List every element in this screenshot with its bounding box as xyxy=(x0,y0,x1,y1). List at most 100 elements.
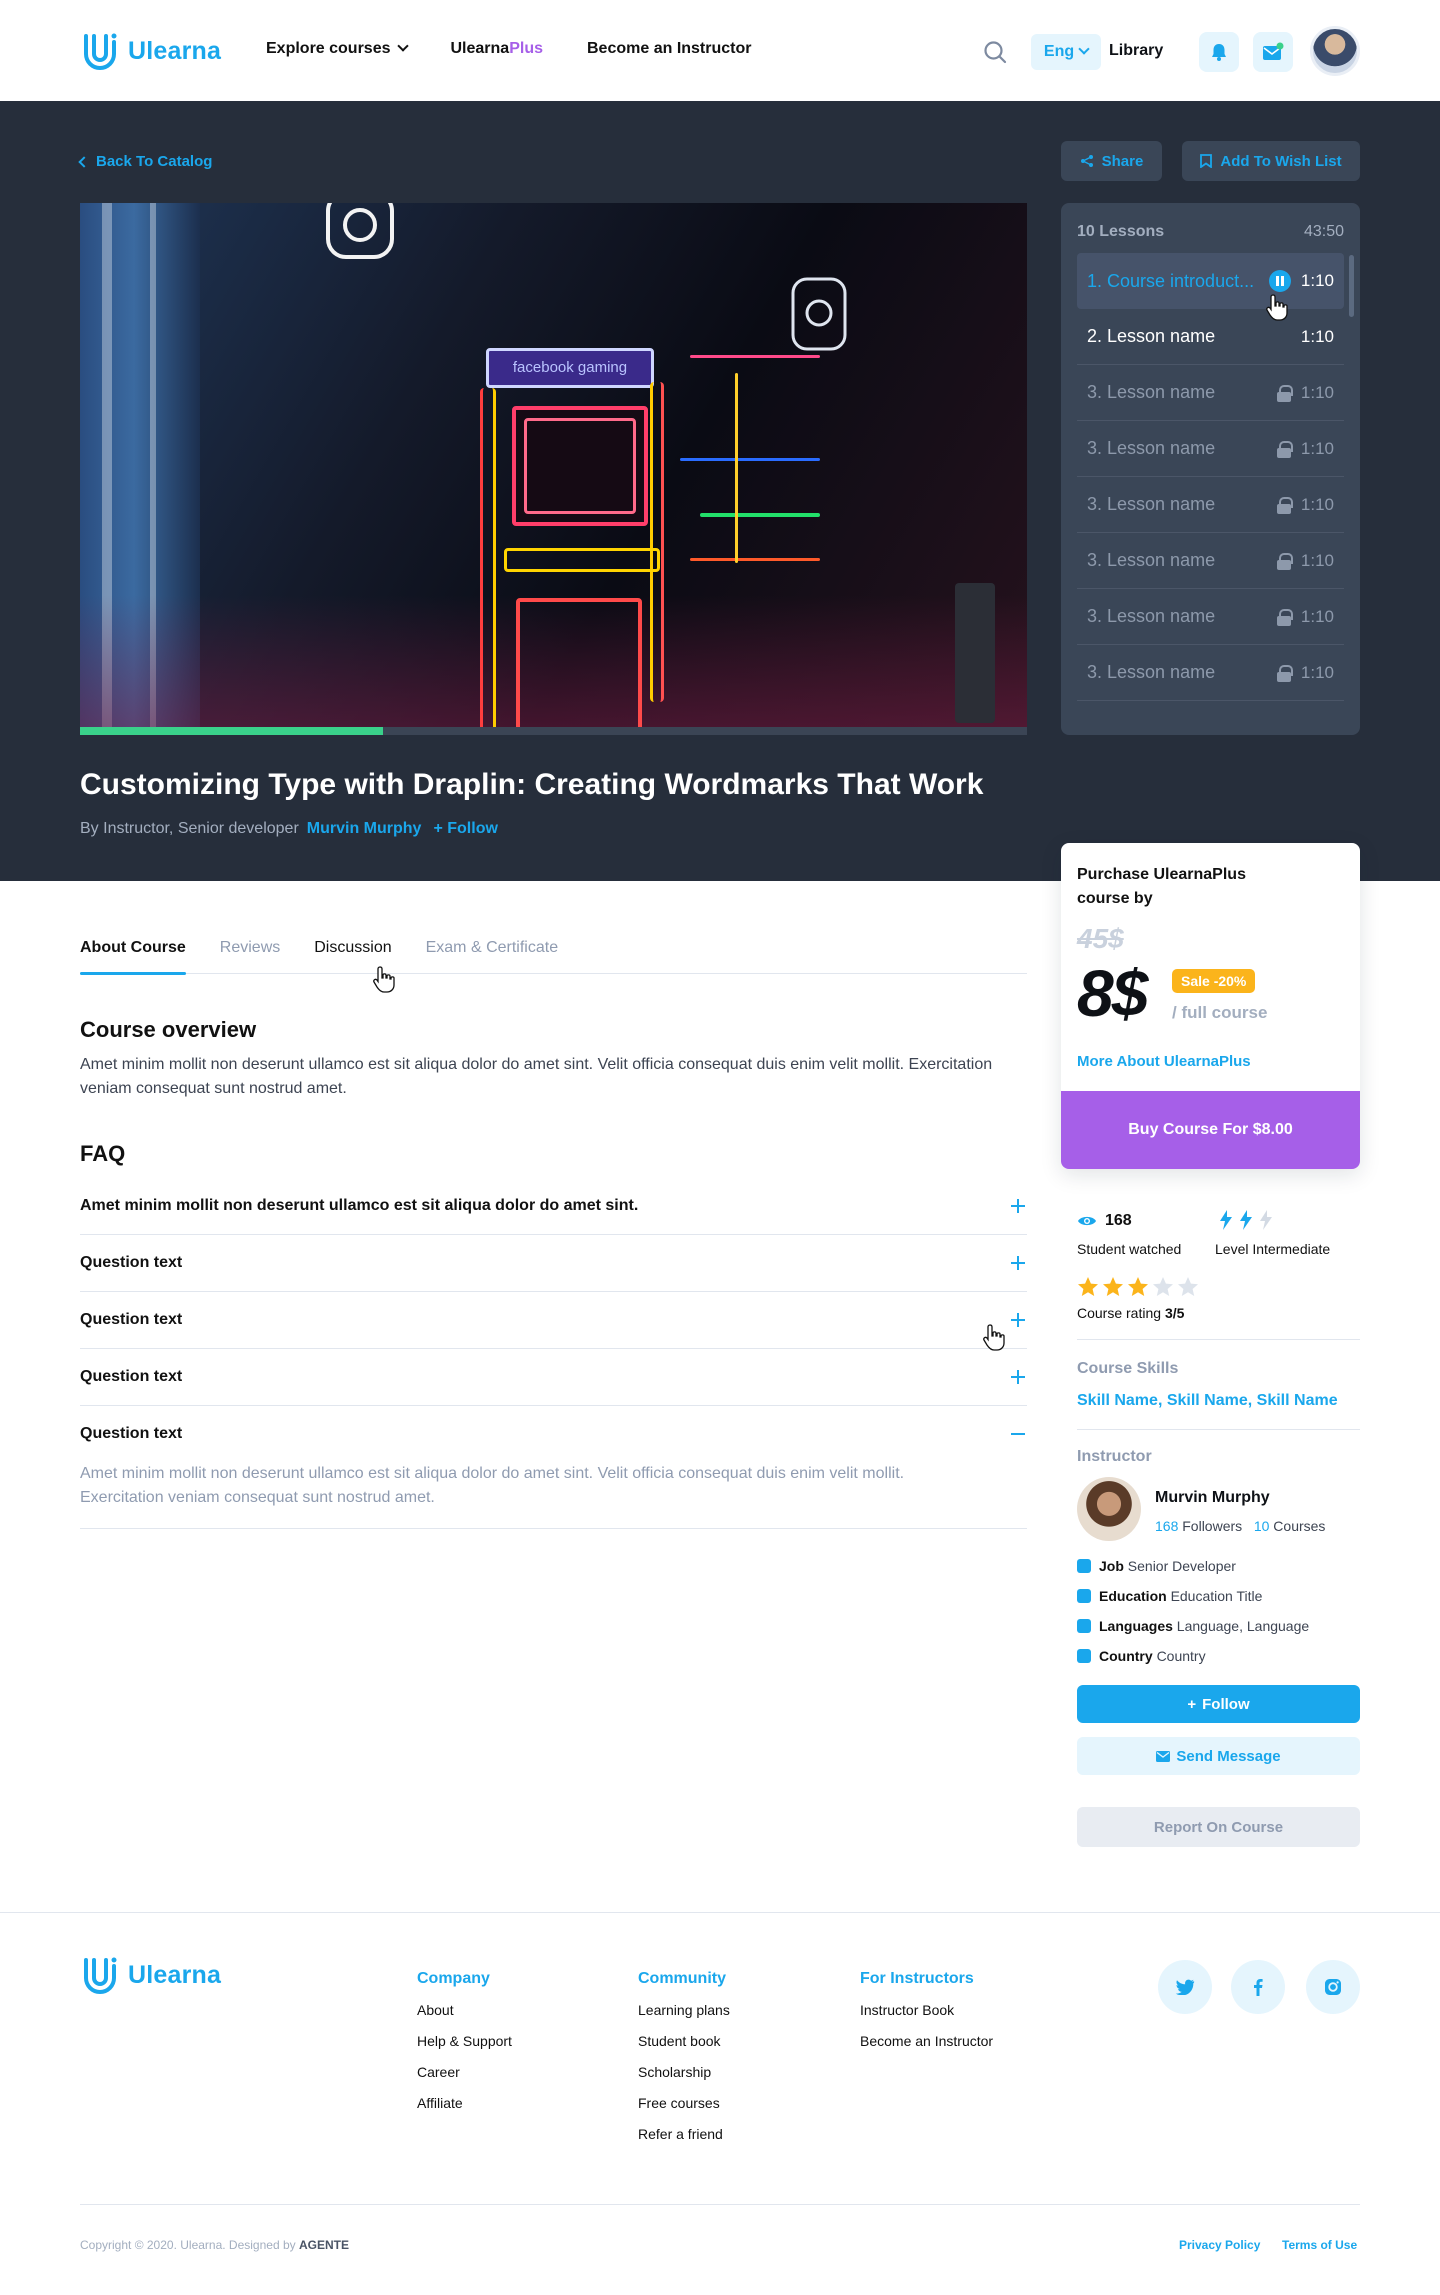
plus-icon[interactable] xyxy=(1011,1370,1025,1384)
skill-link[interactable]: Skill Name xyxy=(1077,1392,1158,1409)
instructor-detail-row: Languages Language, Language xyxy=(1077,1618,1309,1634)
lesson-meta: 1:10 xyxy=(1276,439,1334,459)
sale-badge: Sale -20% xyxy=(1172,969,1256,993)
watched-label: Student watched xyxy=(1077,1241,1182,1257)
neon-strip xyxy=(480,388,496,733)
instructor-link[interactable]: Murvin Murphy xyxy=(307,820,422,838)
instagram-button[interactable] xyxy=(1306,1960,1360,2014)
nav-become-instructor[interactable]: Become an Instructor xyxy=(587,40,751,58)
footer-link[interactable]: Help & Support xyxy=(417,2033,512,2064)
lesson-row[interactable]: 3. Lesson name 1:10 xyxy=(1077,421,1344,477)
lesson-list-scrollbar[interactable] xyxy=(1349,255,1354,317)
lesson-row[interactable]: 2. Lesson name 1:10 xyxy=(1077,309,1344,365)
send-message-button[interactable]: Send Message xyxy=(1077,1737,1360,1775)
footer-link[interactable]: Become an Instructor xyxy=(860,2033,993,2064)
lesson-name: 1. Course introduct... xyxy=(1087,270,1255,291)
faq-question-text: Question text xyxy=(80,1368,183,1385)
follow-button[interactable]: + Follow xyxy=(1077,1685,1360,1723)
tab-about-course[interactable]: About Course xyxy=(80,925,186,975)
copyright-text: Copyright © 2020. Ulearna. Designed by xyxy=(80,2238,296,2252)
footer-column: Community Learning plans Student book Schol… xyxy=(638,1970,730,2157)
minus-icon[interactable] xyxy=(1011,1427,1025,1441)
skill-link[interactable]: Skill Name xyxy=(1167,1392,1248,1409)
footer-logo[interactable]: Ulearna xyxy=(80,1956,221,1994)
plus-icon[interactable] xyxy=(1011,1256,1025,1270)
faq-question[interactable]: Question text xyxy=(80,1292,1027,1348)
share-button[interactable]: Share xyxy=(1061,141,1162,181)
language-select[interactable]: Eng xyxy=(1031,34,1101,70)
lesson-meta: 1:10 xyxy=(1276,383,1334,403)
footer-link[interactable]: Career xyxy=(417,2064,512,2095)
main-nav: Explore courses UlearnaPlus Become an In… xyxy=(266,40,751,58)
footer-link[interactable]: Free courses xyxy=(638,2095,730,2126)
lesson-row[interactable]: 3. Lesson name 1:10 xyxy=(1077,533,1344,589)
footer-link[interactable]: Scholarship xyxy=(638,2064,730,2095)
instructor-avatar[interactable] xyxy=(1077,1477,1141,1541)
tab-reviews[interactable]: Reviews xyxy=(220,925,280,973)
lesson-row[interactable]: 3. Lesson name 1:10 xyxy=(1077,645,1344,701)
footer-link[interactable]: Affiliate xyxy=(417,2095,512,2126)
privacy-policy-link[interactable]: Privacy Policy xyxy=(1179,2238,1260,2252)
video-progress-bar[interactable] xyxy=(80,727,1027,735)
footer-link[interactable]: Refer a friend xyxy=(638,2126,730,2157)
lesson-row[interactable]: 3. Lesson name 1:10 xyxy=(1077,589,1344,645)
buy-course-button[interactable]: Buy Course For $8.00 xyxy=(1061,1091,1360,1169)
plus-icon[interactable] xyxy=(1011,1313,1025,1327)
wishlist-button[interactable]: Add To Wish List xyxy=(1182,141,1360,181)
lesson-row[interactable]: 1. Course introduct... 1:10 xyxy=(1077,253,1344,309)
mail-icon xyxy=(1156,1750,1171,1762)
lesson-row[interactable]: 3. Lesson name 1:10 xyxy=(1077,365,1344,421)
arcade-base xyxy=(516,598,642,735)
instructor-detail-key: Country xyxy=(1099,1648,1153,1664)
user-avatar[interactable] xyxy=(1310,26,1360,76)
footer-link[interactable]: Student book xyxy=(638,2033,730,2064)
nav-ulearna-plus[interactable]: UlearnaPlus xyxy=(451,40,544,58)
lesson-duration: 1:10 xyxy=(1300,606,1334,626)
faq-question[interactable]: Question text xyxy=(80,1349,1027,1405)
notifications-button[interactable] xyxy=(1199,32,1239,72)
footer-divider xyxy=(0,1912,1440,1913)
library-link[interactable]: Library xyxy=(1109,42,1163,60)
twitter-button[interactable] xyxy=(1158,1960,1212,2014)
footer-link[interactable]: About xyxy=(417,2002,512,2033)
share-label: Share xyxy=(1101,152,1144,170)
terms-of-use-link[interactable]: Terms of Use xyxy=(1282,2238,1357,2252)
facebook-button[interactable] xyxy=(1231,1960,1285,2014)
instructor-name[interactable]: Murvin Murphy xyxy=(1155,1489,1270,1507)
footer-column: For Instructors Instructor Book Become an … xyxy=(860,1970,993,2064)
footer-bottom-divider xyxy=(80,2204,1360,2205)
faq-question[interactable]: Question text xyxy=(80,1235,1027,1291)
messages-button[interactable] xyxy=(1253,32,1293,72)
nav-plus-label: Ulearna xyxy=(450,40,510,57)
pause-icon[interactable] xyxy=(1268,270,1291,292)
footer-link[interactable]: Learning plans xyxy=(638,2002,730,2033)
divider xyxy=(1077,1339,1360,1340)
lesson-row[interactable]: 3. Lesson name 1:10 xyxy=(1077,477,1344,533)
divider xyxy=(1077,1429,1360,1430)
location-pin-icon xyxy=(1077,1649,1091,1663)
back-to-catalog-link[interactable]: Back To Catalog xyxy=(78,153,212,170)
instructor-detail-value: Senior Developer xyxy=(1127,1558,1236,1574)
nav-explore-courses[interactable]: Explore courses xyxy=(266,40,409,58)
follow-instructor-link[interactable]: + Follow xyxy=(433,820,497,838)
instructor-detail-row: Education Education Title xyxy=(1077,1588,1262,1604)
search-icon[interactable] xyxy=(983,40,1007,64)
faq-question-text: Question text xyxy=(80,1311,183,1328)
footer-link[interactable]: Instructor Book xyxy=(860,2002,993,2033)
video-player[interactable]: facebook gaming xyxy=(80,203,1027,735)
faq-question[interactable]: Amet minim mollit non deserunt ullamco e… xyxy=(80,1178,1027,1234)
neon-strip xyxy=(650,382,664,702)
followers-label: Followers xyxy=(1182,1518,1243,1534)
brand-logo[interactable]: Ulearna xyxy=(80,32,221,70)
plus-icon[interactable] xyxy=(1011,1199,1025,1213)
faq-question[interactable]: Question text xyxy=(80,1406,1027,1462)
skill-link[interactable]: Skill Name xyxy=(1257,1392,1338,1409)
tab-exam-certificate[interactable]: Exam & Certificate xyxy=(426,925,558,973)
designer-link[interactable]: AGENTE xyxy=(299,2238,349,2252)
lesson-name: 3. Lesson name xyxy=(1087,662,1216,682)
more-about-plus-link[interactable]: More About UlearnaPlus xyxy=(1077,1053,1251,1070)
rating-stars xyxy=(1077,1276,1199,1298)
faq-item: Amet minim mollit non deserunt ullamco e… xyxy=(80,1178,1027,1235)
report-course-button[interactable]: Report On Course xyxy=(1077,1807,1360,1847)
lesson-meta: 1:10 xyxy=(1276,551,1334,571)
